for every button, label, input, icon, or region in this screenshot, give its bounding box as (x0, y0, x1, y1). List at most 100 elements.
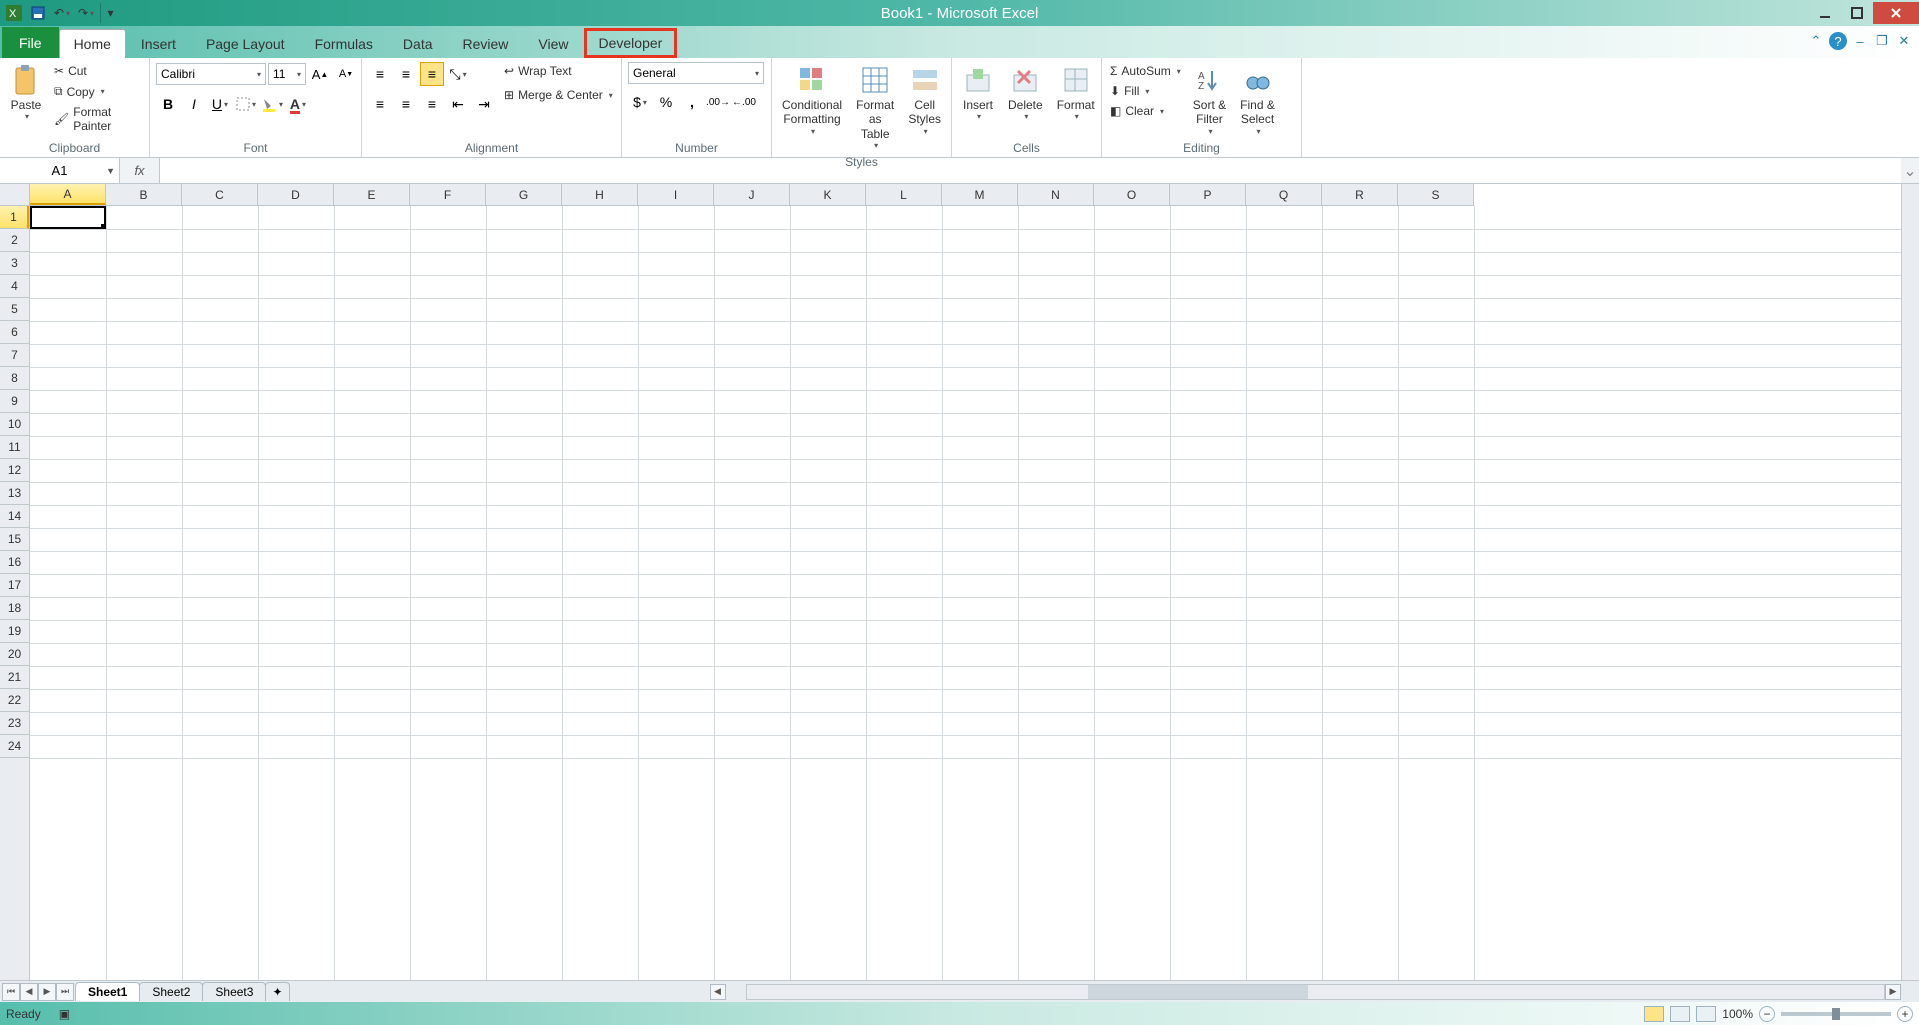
paste-button[interactable]: Paste▾ (6, 62, 46, 124)
column-header[interactable]: C (182, 184, 258, 205)
row-header[interactable]: 4 (0, 275, 29, 298)
column-header[interactable]: J (714, 184, 790, 205)
help-icon[interactable]: ? (1829, 32, 1847, 50)
tab-review[interactable]: Review (448, 29, 524, 58)
row-header[interactable]: 7 (0, 344, 29, 367)
zoom-slider[interactable] (1781, 1012, 1891, 1016)
redo-icon[interactable]: ↷▾ (76, 3, 96, 23)
save-icon[interactable] (28, 3, 48, 23)
cut-button[interactable]: ✂Cut (52, 62, 143, 80)
maximize-button[interactable] (1841, 2, 1873, 24)
percent-format-button[interactable]: % (654, 90, 678, 114)
row-header[interactable]: 24 (0, 735, 29, 758)
horizontal-scrollbar[interactable] (746, 984, 1885, 1000)
align-bottom-button[interactable]: ≡ (420, 62, 444, 86)
tab-page-layout[interactable]: Page Layout (191, 29, 300, 58)
tab-file[interactable]: File (2, 27, 59, 58)
align-left-button[interactable]: ≡ (368, 92, 392, 116)
window-close-icon[interactable]: ✕ (1895, 32, 1913, 50)
column-header[interactable]: R (1322, 184, 1398, 205)
comma-format-button[interactable]: , (680, 90, 704, 114)
font-size-select[interactable]: 11▾ (268, 63, 306, 85)
select-all-corner[interactable] (0, 184, 30, 206)
column-header[interactable]: N (1018, 184, 1094, 205)
row-header[interactable]: 6 (0, 321, 29, 344)
format-as-table-button[interactable]: Format as Table▾ (852, 62, 898, 153)
window-min-icon[interactable]: – (1851, 32, 1869, 50)
decrease-indent-button[interactable]: ⇤ (446, 92, 470, 116)
row-header[interactable]: 19 (0, 620, 29, 643)
row-header[interactable]: 8 (0, 367, 29, 390)
sheet-tab-1[interactable]: Sheet1 (75, 982, 140, 1001)
merge-center-button[interactable]: ⊞Merge & Center▾ (502, 86, 615, 104)
row-header[interactable]: 20 (0, 643, 29, 666)
font-color-button[interactable]: A▾ (286, 92, 310, 116)
view-normal-button[interactable] (1644, 1006, 1664, 1022)
increase-indent-button[interactable]: ⇥ (472, 92, 496, 116)
row-header[interactable]: 14 (0, 505, 29, 528)
tab-data[interactable]: Data (388, 29, 448, 58)
ribbon-minimize-icon[interactable]: ⌃ (1807, 32, 1825, 50)
column-header[interactable]: H (562, 184, 638, 205)
accounting-format-button[interactable]: $▾ (628, 90, 652, 114)
cell-styles-button[interactable]: Cell Styles▾ (904, 62, 945, 138)
borders-button[interactable]: ▾ (234, 92, 258, 116)
column-header[interactable]: G (486, 184, 562, 205)
row-header[interactable]: 15 (0, 528, 29, 551)
minimize-button[interactable] (1809, 2, 1841, 24)
row-header[interactable]: 1 (0, 206, 29, 229)
sheet-tab-3[interactable]: Sheet3 (202, 982, 266, 1001)
vertical-scrollbar[interactable] (1901, 184, 1919, 980)
expand-formula-bar-icon[interactable]: ⌄ (1901, 161, 1919, 181)
copy-button[interactable]: ⧉Copy▾ (52, 82, 143, 101)
column-header[interactable]: Q (1246, 184, 1322, 205)
grow-font-button[interactable]: A▲ (308, 62, 332, 86)
column-header[interactable]: L (866, 184, 942, 205)
macro-record-icon[interactable]: ▣ (59, 1007, 70, 1021)
orientation-button[interactable]: ⤡▾ (446, 62, 470, 86)
qat-customize-icon[interactable]: ▾ (100, 3, 120, 23)
hscroll-left[interactable]: ◀ (710, 984, 726, 1000)
row-header[interactable]: 12 (0, 459, 29, 482)
autosum-button[interactable]: ΣAutoSum▾ (1108, 62, 1183, 80)
delete-cells-button[interactable]: Delete▾ (1004, 62, 1047, 124)
column-header[interactable]: O (1094, 184, 1170, 205)
column-header[interactable]: F (410, 184, 486, 205)
row-header[interactable]: 22 (0, 689, 29, 712)
sort-filter-button[interactable]: AZSort & Filter▾ (1189, 62, 1230, 138)
increase-decimal-button[interactable]: .00→ (706, 90, 730, 114)
column-header[interactable]: K (790, 184, 866, 205)
conditional-formatting-button[interactable]: Conditional Formatting▾ (778, 62, 846, 138)
row-header[interactable]: 3 (0, 252, 29, 275)
format-painter-button[interactable]: 🖌Format Painter (52, 103, 143, 135)
fill-color-button[interactable]: ▾ (260, 92, 284, 116)
zoom-in-button[interactable]: + (1897, 1006, 1913, 1022)
insert-cells-button[interactable]: Insert▾ (958, 62, 998, 124)
column-header[interactable]: B (106, 184, 182, 205)
column-header[interactable]: M (942, 184, 1018, 205)
sheet-nav-last[interactable]: ⏭ (56, 983, 74, 1001)
view-page-break-button[interactable] (1696, 1006, 1716, 1022)
font-name-select[interactable]: Calibri▾ (156, 63, 266, 85)
format-cells-button[interactable]: Format▾ (1053, 62, 1099, 124)
sheet-nav-first[interactable]: ⏮ (2, 983, 20, 1001)
column-header[interactable]: P (1170, 184, 1246, 205)
close-button[interactable] (1873, 2, 1919, 24)
column-header[interactable]: I (638, 184, 714, 205)
formula-input[interactable] (160, 158, 1901, 183)
clear-button[interactable]: ◧Clear▾ (1108, 102, 1183, 120)
number-format-select[interactable]: General▾ (628, 62, 764, 84)
tab-home[interactable]: Home (59, 29, 126, 58)
name-box[interactable]: A1▼ (0, 158, 120, 183)
row-header[interactable]: 23 (0, 712, 29, 735)
row-header[interactable]: 17 (0, 574, 29, 597)
sheet-nav-prev[interactable]: ◀ (20, 983, 38, 1001)
align-right-button[interactable]: ≡ (420, 92, 444, 116)
undo-icon[interactable]: ↶▾ (52, 3, 72, 23)
tab-view[interactable]: View (523, 29, 583, 58)
row-header[interactable]: 21 (0, 666, 29, 689)
tab-developer[interactable]: Developer (584, 28, 678, 58)
row-header[interactable]: 10 (0, 413, 29, 436)
insert-function-icon[interactable]: fx (120, 158, 160, 183)
view-page-layout-button[interactable] (1670, 1006, 1690, 1022)
